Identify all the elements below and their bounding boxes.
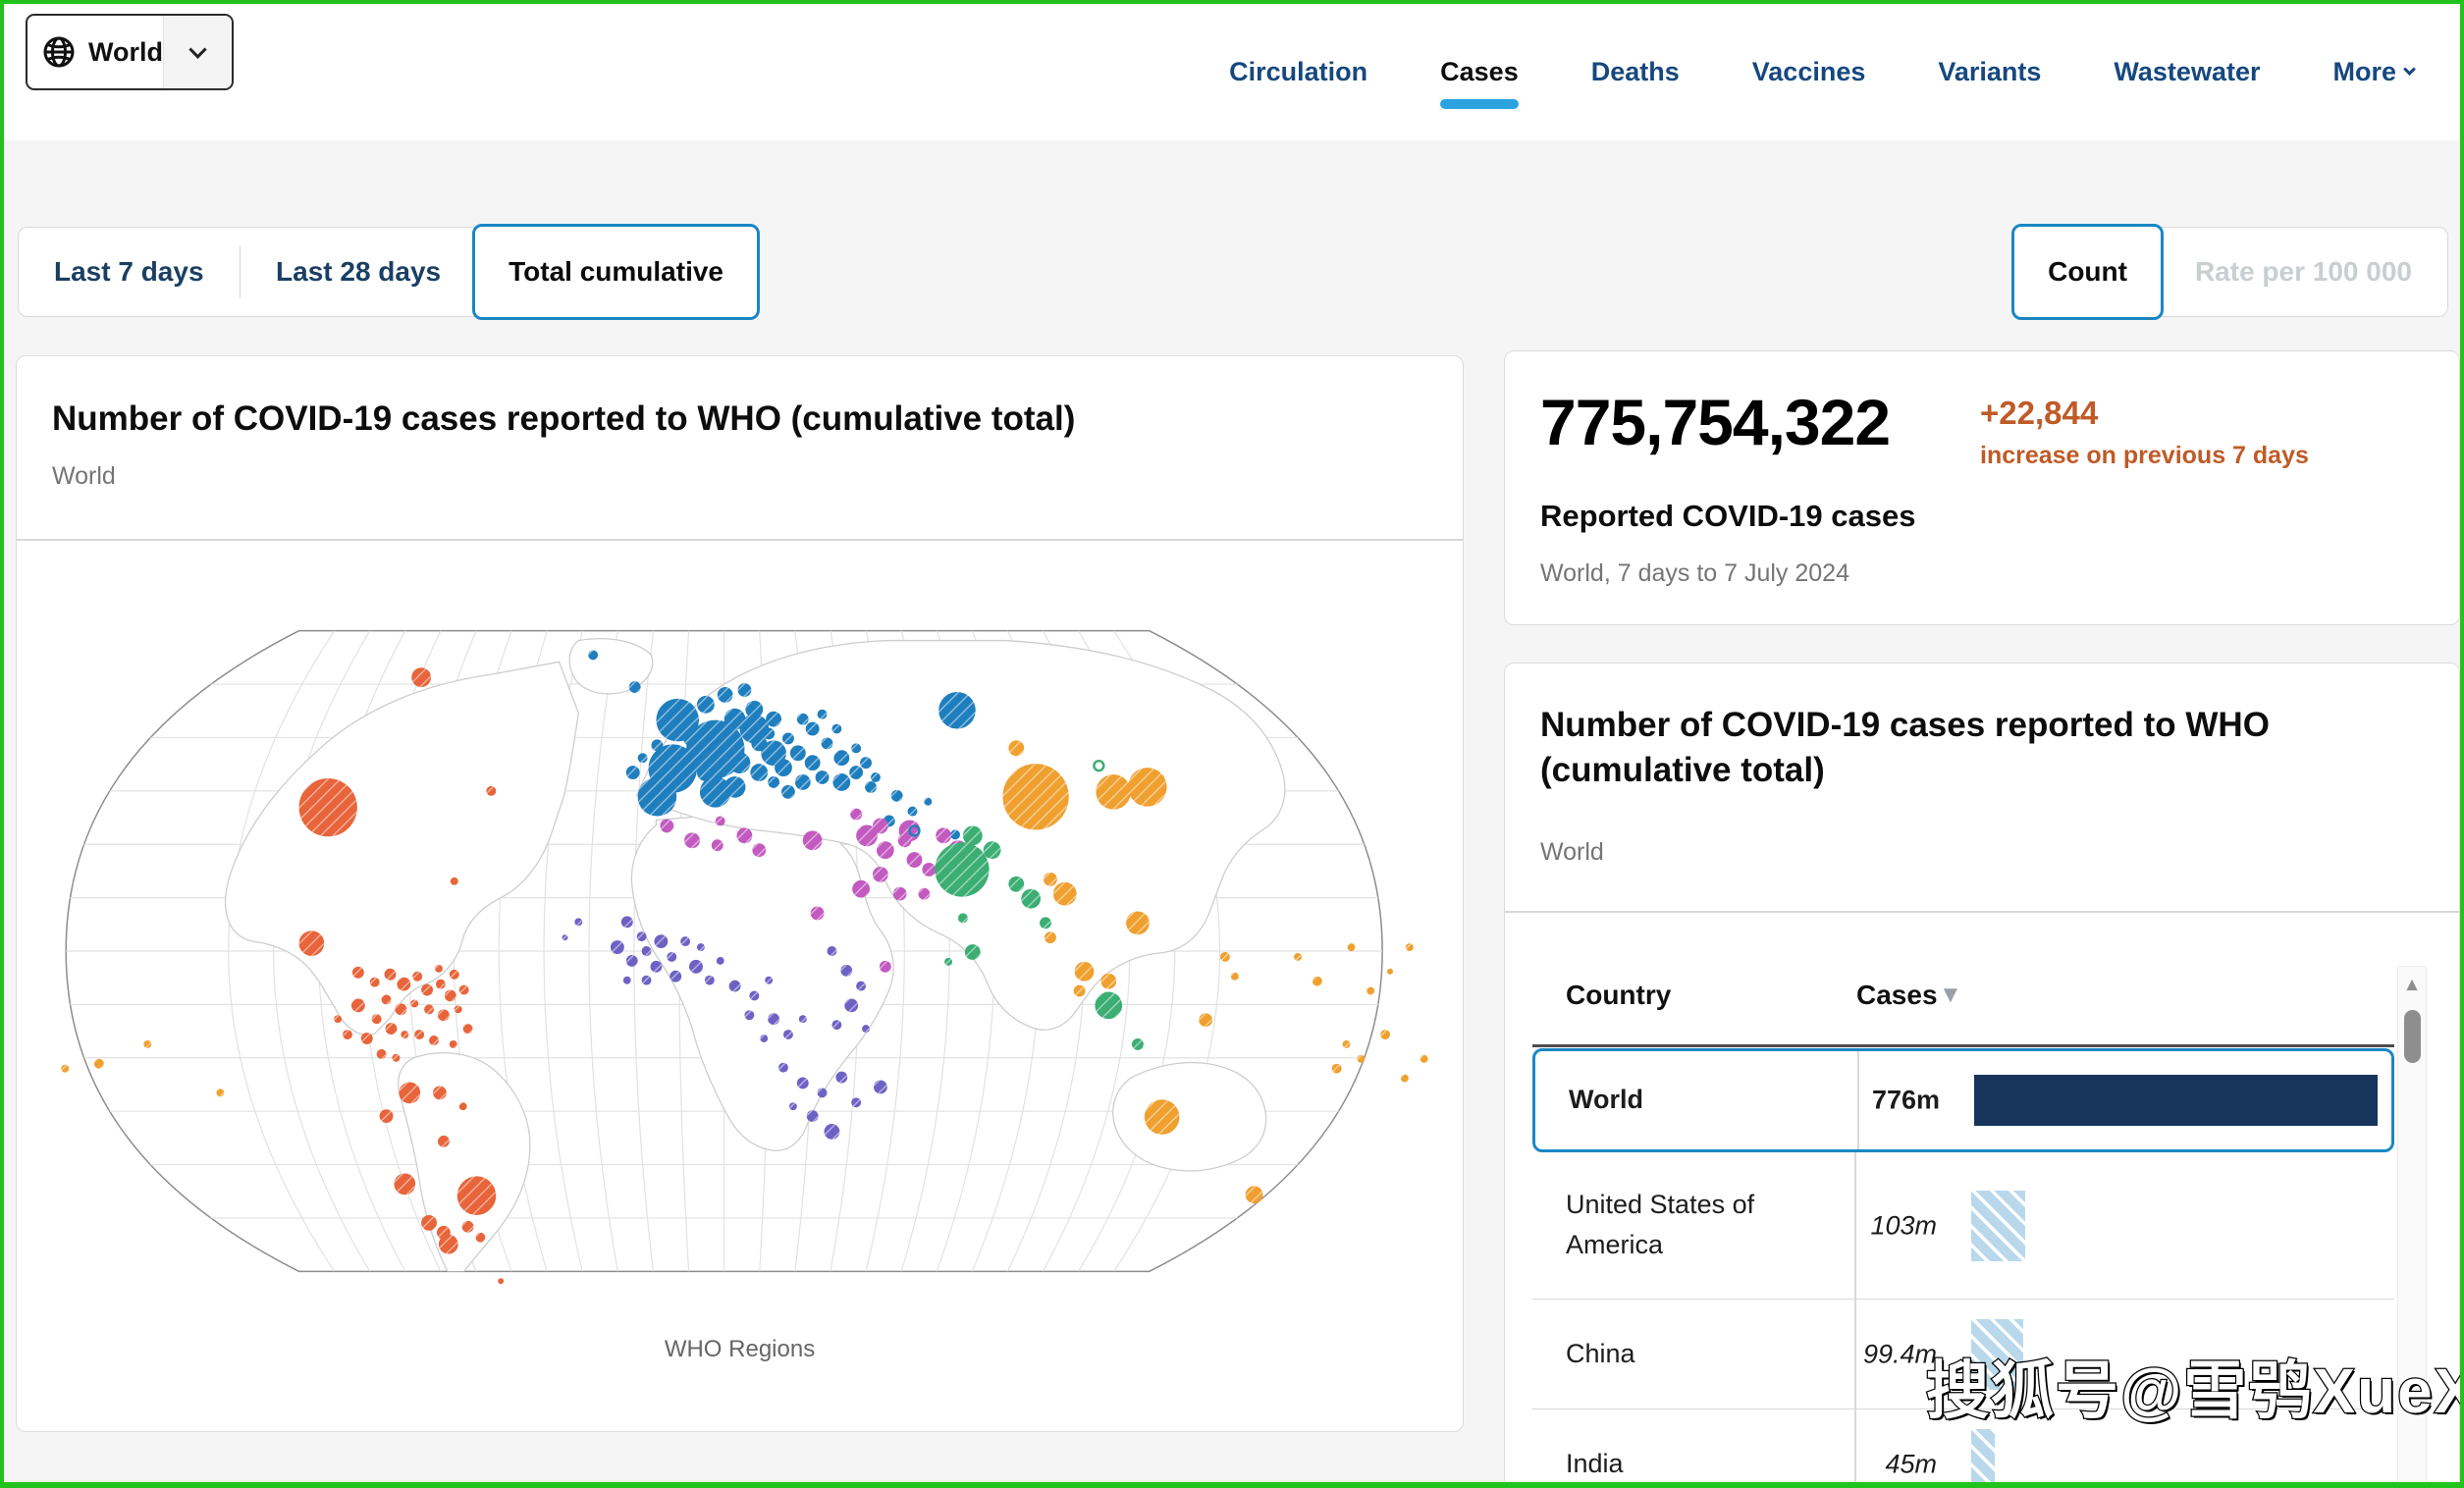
cases-bar: [1974, 1075, 2378, 1126]
table-header-separator: [1532, 1044, 2394, 1047]
map-legend-label: WHO Regions: [664, 1336, 816, 1362]
nav-item-cases[interactable]: Cases: [1438, 51, 1521, 109]
top-header: World Circulation Cases Deaths Vaccines Vari…: [4, 4, 2460, 140]
globe-icon: [41, 34, 77, 70]
cases-value: 776m: [1871, 1085, 1940, 1115]
time-range-tabs: Last 7 days Last 28 days Total cumulative: [18, 224, 760, 320]
region-selector[interactable]: World: [26, 14, 234, 90]
time-tab-last-28-days[interactable]: Last 28 days: [241, 228, 476, 316]
nav-item-variants[interactable]: Variants: [1936, 51, 2043, 93]
nav-item-vaccines[interactable]: Vaccines: [1750, 51, 1868, 93]
stats-metric-label: Reported COVID-19 cases: [1540, 499, 1916, 533]
scrollbar-thumb[interactable]: [2404, 1010, 2421, 1063]
chevron-down-icon: [188, 39, 207, 59]
sort-descending-icon[interactable]: ▼: [1939, 982, 1962, 1009]
table-row-world[interactable]: World 776m: [1532, 1048, 2394, 1152]
cases-value: 99.4m: [1862, 1339, 1937, 1368]
map-card-subtitle: World: [52, 462, 116, 490]
table-card-subtitle: World: [1540, 838, 1604, 866]
nav-item-label: Variants: [1938, 57, 2042, 86]
cases-value: 103m: [1870, 1210, 1937, 1240]
nav-item-more[interactable]: More: [2330, 51, 2416, 93]
nav-item-label: More: [2332, 57, 2396, 86]
scrollbar-up-icon[interactable]: ▲: [2398, 975, 2426, 996]
table-card-title: Number of COVID-19 cases reported to WHO…: [1540, 706, 2270, 790]
cases-bar: [1971, 1190, 2025, 1261]
region-selector-label: World: [88, 36, 163, 67]
metric-tab-rate-per-100-000[interactable]: Rate per 100 000: [2160, 228, 2447, 316]
nav-item-label: Vaccines: [1751, 57, 1866, 86]
map-card: Number of COVID-19 cases reported to WHO…: [16, 355, 1464, 1432]
column-header-cases[interactable]: Cases: [1856, 980, 1938, 1011]
cases-delta-caption: increase on previous 7 days: [1980, 442, 2309, 469]
cases-value: 45m: [1885, 1449, 1937, 1478]
table-row-united-states-of-america[interactable]: United States of America 103m: [1532, 1152, 2394, 1300]
stats-scope-label: World, 7 days to 7 July 2024: [1540, 559, 1849, 587]
world-bubble-map[interactable]: [34, 602, 1443, 1301]
nav-item-label: Wastewater: [2114, 57, 2261, 86]
nav-item-label: Deaths: [1590, 57, 1680, 86]
nav-item-wastewater[interactable]: Wastewater: [2112, 51, 2262, 93]
stats-card: 775,754,322 +22,844 increase on previous…: [1504, 350, 2460, 625]
region-selector-expand[interactable]: [163, 16, 232, 88]
nav-item-circulation[interactable]: Circulation: [1227, 51, 1369, 93]
metric-tab-count[interactable]: Count: [2011, 224, 2164, 320]
page: World Circulation Cases Deaths Vaccines Vari…: [0, 0, 2464, 1488]
divider: [17, 539, 1463, 541]
cases-delta-value: +22,844: [1980, 395, 2099, 431]
total-cases-value: 775,754,322: [1540, 386, 1891, 458]
nav-item-label: Cases: [1440, 57, 1519, 86]
watermark-text: 搜狐号@雪鸮XueXiao: [1925, 1355, 2460, 1428]
time-tab-total-cumulative[interactable]: Total cumulative: [472, 224, 760, 320]
cases-bar: [1971, 1428, 1995, 1482]
nav-item-label: Circulation: [1229, 57, 1368, 86]
nav-item-deaths[interactable]: Deaths: [1589, 51, 1682, 93]
column-header-country: Country: [1566, 980, 1672, 1010]
map-card-title: Number of COVID-19 cases reported to WHO…: [52, 399, 1076, 438]
main-nav: Circulation Cases Deaths Vaccines Variants Wa…: [1227, 4, 2416, 140]
metric-toggle: Count Rate per 100 000: [2011, 224, 2448, 320]
chevron-down-icon: [2403, 63, 2416, 77]
divider: [1505, 911, 2459, 913]
time-tab-last-7-days[interactable]: Last 7 days: [19, 228, 240, 316]
